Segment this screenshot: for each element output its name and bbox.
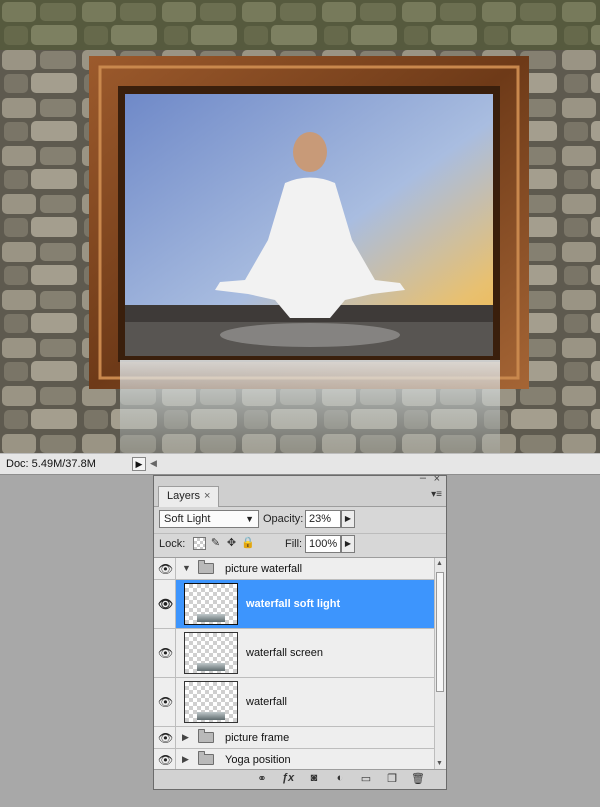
new-layer-icon[interactable]: ❐ (384, 772, 400, 785)
eye-icon: 👁 (158, 646, 174, 660)
eye-icon: 👁 (158, 730, 174, 745)
visibility-toggle[interactable]: 👁 (154, 727, 176, 748)
visibility-toggle[interactable]: 👁 (154, 558, 176, 579)
folder-icon (198, 751, 214, 765)
eye-icon: 👁 (158, 752, 174, 767)
fill-label: Fill: (285, 538, 303, 550)
eye-icon: 👁 (158, 597, 174, 611)
layer-group-yoga-position[interactable]: 👁 ▶ Yoga position (154, 749, 434, 769)
fill-value: 100% (309, 538, 338, 550)
doc-size-info: Doc: 5.49M/37.8M (6, 458, 96, 470)
tab-layers[interactable]: Layers × (158, 486, 220, 507)
eye-icon: 👁 (158, 695, 174, 709)
layer-name: Yoga position (225, 754, 291, 766)
mask-icon[interactable]: ◙ (306, 772, 322, 784)
panel-menu-icon[interactable]: ▾≡ (431, 489, 442, 500)
collapse-triangle-icon[interactable]: ▶ (182, 732, 189, 743)
opacity-input[interactable]: 23% (305, 510, 341, 528)
lock-brush-icon[interactable]: ✎ (209, 537, 222, 550)
visibility-toggle[interactable]: 👁 (154, 749, 176, 769)
expand-triangle-icon[interactable]: ▼ (182, 563, 191, 573)
layer-thumbnail (184, 681, 238, 723)
layer-thumbnail (184, 583, 238, 625)
layer-waterfall-screen[interactable]: 👁 waterfall screen (154, 629, 434, 678)
collapse-triangle-icon[interactable]: ▶ (182, 754, 189, 765)
fx-icon[interactable]: ƒx (280, 772, 296, 784)
layer-list: 👁 ▼ picture waterfall 👁 waterfall soft l… (154, 558, 434, 769)
scroll-down-arrow[interactable]: ▼ (436, 760, 443, 767)
layer-name: waterfall soft light (246, 598, 341, 610)
scroll-left-arrow[interactable]: ◀ (150, 458, 157, 469)
visibility-toggle[interactable]: 👁 (154, 629, 176, 677)
opacity-label: Opacity: (263, 513, 304, 525)
scroll-up-arrow[interactable]: ▲ (436, 560, 443, 567)
new-group-icon[interactable]: ▭ (358, 772, 374, 785)
layer-name: waterfall screen (246, 647, 324, 659)
lock-transparency-icon[interactable] (193, 537, 206, 550)
link-icon[interactable]: ⚭ (254, 772, 270, 785)
fill-slider-button[interactable]: ▶ (341, 535, 355, 553)
layer-thumbnail (184, 632, 238, 674)
adjustment-icon[interactable]: ◐ (332, 772, 348, 784)
status-menu-button[interactable]: ▶ (132, 457, 146, 471)
panel-bottom-toolbar: ⚭ ƒx ◙ ◐ ▭ ❐ 🗑 (154, 769, 446, 789)
folder-icon (198, 560, 214, 574)
layer-waterfall-soft-light[interactable]: 👁 waterfall soft light (154, 580, 434, 629)
layer-group-picture-waterfall[interactable]: 👁 ▼ picture waterfall (154, 558, 434, 580)
fill-input[interactable]: 100% (305, 535, 341, 553)
scrollbar-thumb[interactable] (436, 572, 444, 692)
lock-move-icon[interactable]: ✥ (225, 537, 238, 550)
layer-name: picture frame (225, 732, 290, 744)
canvas-artwork (0, 0, 600, 453)
layer-waterfall[interactable]: 👁 waterfall (154, 678, 434, 727)
lock-label: Lock: (159, 538, 186, 550)
visibility-toggle[interactable]: 👁 (154, 580, 176, 628)
blend-mode-select[interactable]: Soft Light ▼ (159, 510, 259, 528)
tab-close-icon[interactable]: × (204, 490, 210, 502)
panel-tab-row: Layers × ▾≡ (154, 484, 446, 507)
trash-icon[interactable]: 🗑 (410, 772, 426, 785)
layer-name: picture waterfall (225, 563, 303, 575)
folder-icon (198, 729, 214, 743)
lock-all-icon[interactable]: 🔒 (241, 537, 255, 550)
lock-fill-row: Lock: ✎ ✥ 🔒 Fill: 100% ▶ (154, 533, 446, 558)
visibility-toggle[interactable]: 👁 (154, 678, 176, 726)
status-bar: Doc: 5.49M/37.8M ▶ ◀ (0, 453, 600, 475)
minimize-icon[interactable]: – (420, 472, 426, 484)
opacity-value: 23% (309, 513, 332, 525)
opacity-slider-button[interactable]: ▶ (341, 510, 355, 528)
blend-opacity-row: Soft Light ▼ Opacity: 23% ▶ (154, 507, 446, 534)
layers-panel: – × Layers × ▾≡ Soft Light ▼ Opacity: 23%… (153, 472, 447, 790)
blend-mode-value: Soft Light (164, 513, 211, 525)
eye-icon: 👁 (158, 561, 174, 576)
chevron-down-icon: ▼ (245, 514, 254, 524)
layer-group-picture-frame[interactable]: 👁 ▶ picture frame (154, 727, 434, 749)
layer-list-scrollbar[interactable]: ▲ ▼ (434, 558, 446, 769)
layer-name: waterfall (246, 696, 287, 708)
tab-layers-label: Layers (167, 490, 201, 502)
document-canvas[interactable] (0, 0, 600, 453)
